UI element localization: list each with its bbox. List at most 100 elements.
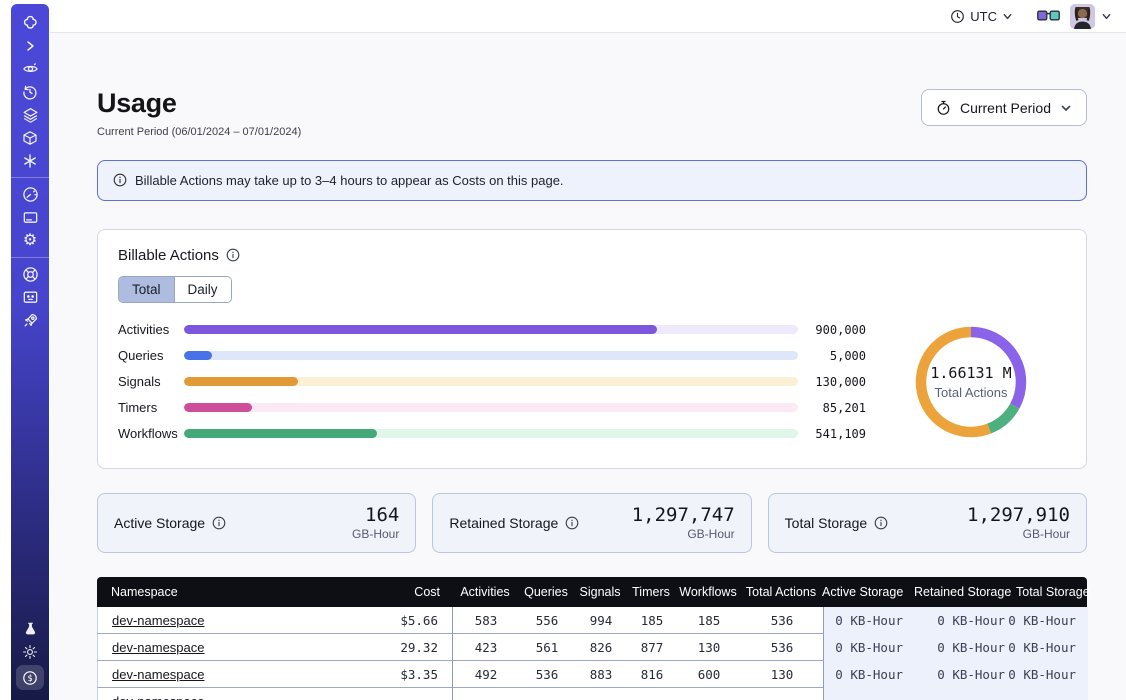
info-icon[interactable] [226,248,240,262]
asterisk-icon[interactable] [11,149,49,172]
donut-chart: 1.66131 M Total Actions [876,322,1066,442]
table-header: NamespaceCostActivitiesQueriesSignalsTim… [97,577,1087,607]
expand-chevron-icon[interactable] [11,34,49,57]
bar-track [184,429,798,438]
cube-icon[interactable] [11,126,49,149]
cell-signals: 994 [575,607,627,634]
period-button-label: Current Period [960,100,1051,116]
support-lifebuoy-icon[interactable] [11,263,49,286]
page-subtitle: Current Period (06/01/2024 – 07/01/2024) [97,126,301,138]
retained-storage-value: 1,297,747 [632,505,735,526]
cell-total-actions: 536 [741,634,823,661]
cell-workflows: 600 [677,661,741,688]
info-icon[interactable] [565,516,579,530]
namespace-link[interactable]: dev-namespace [112,640,205,655]
active-storage-label: Active Storage [114,515,205,531]
cell-queries: 556 [519,607,575,634]
console-icon[interactable] [11,286,49,309]
sidebar-divider [11,257,49,258]
cell-retained-storage: 0 KB-Hour [915,634,1017,661]
cell-cost [348,688,453,700]
account-menu[interactable] [1070,4,1112,29]
table-row: dev-namespace$5.665835569941851855360 KB… [97,607,1087,634]
column-header: Activities [452,585,518,599]
active-storage-value: 164 [352,505,399,526]
bar-fill [184,429,377,438]
column-header: Total Actions [740,585,822,599]
cell-queries [519,688,575,700]
cell-total-storage [1017,688,1088,700]
cell-total-storage: 0 KB-Hour [1017,661,1088,688]
avatar [1070,4,1095,29]
cell-queries: 536 [519,661,575,688]
cell-active-storage: 0 KB-Hour [823,634,915,661]
tab-daily[interactable]: Daily [174,277,231,302]
chevron-down-icon [1101,11,1112,22]
column-header: Namespace [97,585,347,599]
namespace-link[interactable]: dev-namespace [112,694,205,700]
bar-row: Workflows541,109 [118,427,866,440]
eye-icon[interactable] [11,57,49,80]
cell-retained-storage: 0 KB-Hour [915,661,1017,688]
total-storage-label: Total Storage [785,515,868,531]
billable-chart: Activities900,000Queries5,000Signals130,… [118,322,1066,442]
svg-text:$: $ [27,674,32,684]
chevron-down-icon [1060,102,1072,114]
namespace-usage-table: NamespaceCostActivitiesQueriesSignalsTim… [97,577,1087,700]
rocket-icon[interactable] [11,309,49,332]
cell-workflows: 130 [677,634,741,661]
column-header: Cost [347,585,452,599]
theme-sun-icon[interactable] [11,640,49,663]
content: Usage Current Period (06/01/2024 – 07/01… [50,33,1126,700]
main-region: UTC Usage Curr [50,0,1126,700]
timezone-selector[interactable]: UTC [950,9,1013,24]
billing-card-icon[interactable] [11,206,49,229]
lab-flask-icon[interactable] [11,617,49,640]
cell-total-actions: 130 [741,661,823,688]
table-row: dev-namespace [97,688,1087,700]
bar-label: Activities [118,322,184,337]
cell-timers: 877 [627,634,677,661]
clock-icon [950,9,965,24]
bar-fill [184,377,298,386]
billable-tabs: Total Daily [118,276,232,303]
glasses-icon[interactable] [1037,9,1060,23]
temporal-logo-icon[interactable] [11,11,49,34]
layers-icon[interactable] [11,103,49,126]
bar-row: Signals 130,000 [118,375,866,388]
bar-track [184,351,798,360]
billable-actions-title: Billable Actions [118,247,219,264]
tab-total[interactable]: Total [119,277,174,302]
total-storage-unit: GB-Hour [967,527,1070,541]
stopwatch-icon [936,100,951,116]
bar-label: Queries [118,348,184,363]
bar-track [184,377,798,386]
chevron-down-icon [1002,11,1013,22]
bar-label: Signals [118,374,184,389]
column-header: Queries [518,585,574,599]
cell-workflows [677,688,741,700]
column-header: Signals [574,585,626,599]
sidebar: ⚙ $ [11,4,49,700]
period-selector-button[interactable]: Current Period [921,89,1087,126]
cell-namespace: dev-namespace [98,661,348,688]
settings-gear-icon[interactable]: ⚙ [11,229,49,252]
history-icon[interactable] [11,80,49,103]
banner-text: Billable Actions may take up to 3–4 hour… [135,173,564,188]
bar-label: Workflows [118,426,184,441]
info-icon[interactable] [212,516,226,530]
bar-value: 130,000 [806,375,866,389]
gauge-icon[interactable] [11,183,49,206]
namespace-link[interactable]: dev-namespace [112,613,205,628]
namespace-link[interactable]: dev-namespace [112,667,205,682]
total-storage-value: 1,297,910 [967,505,1070,526]
active-storage-card: Active Storage 164 GB-Hour [97,493,416,553]
usage-dollar-icon[interactable]: $ [16,665,44,690]
active-storage-unit: GB-Hour [352,527,399,541]
cell-activities [453,688,519,700]
info-icon[interactable] [874,516,888,530]
cell-retained-storage [915,688,1017,700]
cell-activities: 583 [453,607,519,634]
sidebar-divider [11,177,49,178]
cell-total-storage: 0 KB-Hour [1017,634,1088,661]
